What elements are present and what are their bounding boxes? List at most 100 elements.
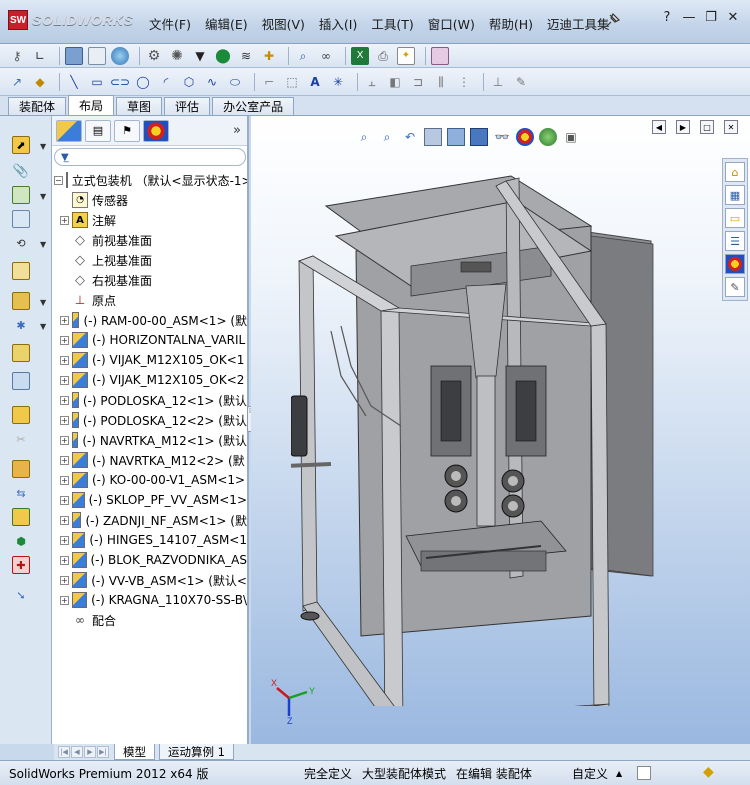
- print-icon[interactable]: ⎙: [374, 47, 392, 65]
- trim-icon[interactable]: ⫠: [363, 73, 381, 91]
- tab-evaluate[interactable]: 评估: [164, 97, 211, 115]
- display-style-icon[interactable]: [470, 128, 488, 146]
- hide-show-items-icon[interactable]: 👓: [493, 128, 511, 146]
- move-icon[interactable]: ✚: [260, 47, 278, 65]
- file-explorer-icon[interactable]: ▭: [725, 208, 745, 228]
- tree-item[interactable]: + (-) PODLOSKA_12<2> (默认: [52, 410, 247, 430]
- section-view-icon[interactable]: [424, 128, 442, 146]
- plane-sketch-icon[interactable]: ⬚: [283, 73, 301, 91]
- tree-item[interactable]: + (-) PODLOSKA_12<1> (默认: [52, 390, 247, 410]
- relations-icon[interactable]: ⊥: [489, 73, 507, 91]
- tree-item[interactable]: + (-) KO-00-00-V1_ASM<1>: [52, 470, 247, 490]
- circle-icon[interactable]: ◯: [134, 73, 152, 91]
- linear-pattern-icon[interactable]: [12, 186, 30, 204]
- new-document-icon[interactable]: ✦: [397, 46, 415, 65]
- tab-motion-study[interactable]: 运动算例 1: [159, 744, 234, 760]
- table-icon[interactable]: [431, 46, 449, 65]
- tab-office-products[interactable]: 办公室产品: [212, 97, 295, 115]
- feature-tree-tab-icon[interactable]: [56, 119, 82, 142]
- chevron-down-icon[interactable]: ▼: [40, 240, 46, 249]
- apply-scene-icon[interactable]: [539, 128, 557, 146]
- menu-insert[interactable]: 插入(I): [312, 12, 364, 35]
- view-orientation-icon[interactable]: [447, 128, 465, 146]
- next-tab-icon[interactable]: ▶: [84, 746, 96, 758]
- text-icon[interactable]: A: [306, 73, 324, 91]
- tree-item[interactable]: + (-) KRAGNA_110X70-SS-B\: [52, 590, 247, 610]
- menu-window[interactable]: 窗口(W): [421, 12, 482, 35]
- tree-filter-input[interactable]: ▼̲: [54, 148, 246, 166]
- location-icon[interactable]: ⬤: [214, 47, 232, 65]
- zoom-to-fit-icon[interactable]: ⌕: [355, 128, 373, 146]
- offset-icon[interactable]: ⊐: [409, 73, 427, 91]
- sheet-icon[interactable]: [88, 46, 106, 65]
- tree-item[interactable]: + (-) ZADNJI_NF_ASM<1> (默: [52, 510, 247, 530]
- tree-item[interactable]: ∞ 配合: [52, 610, 247, 630]
- speedpak-icon[interactable]: ➘: [12, 586, 30, 604]
- expand-icon[interactable]: +: [60, 455, 69, 465]
- menu-file[interactable]: 文件(F): [142, 12, 198, 35]
- new-motion-study-icon[interactable]: [12, 344, 30, 362]
- tree-item[interactable]: ◇ 右视基准面: [52, 270, 247, 290]
- mate-icon[interactable]: 📎: [12, 162, 30, 180]
- expand-icon[interactable]: +: [60, 595, 69, 605]
- excel-icon[interactable]: X: [351, 46, 369, 65]
- expand-icon[interactable]: +: [60, 575, 69, 585]
- expand-icon[interactable]: +: [60, 315, 69, 325]
- fillet-icon[interactable]: ⌐: [260, 73, 278, 91]
- large-assembly-icon[interactable]: ✚: [12, 556, 30, 574]
- chevron-down-icon[interactable]: ▼: [40, 322, 46, 331]
- mirror-icon[interactable]: ⫼: [432, 73, 450, 91]
- viewport-prev-icon[interactable]: ◀: [652, 120, 666, 134]
- menu-tools[interactable]: 工具(T): [364, 12, 420, 35]
- expand-icon[interactable]: +: [60, 475, 69, 485]
- prev-tab-icon[interactable]: ◀: [71, 746, 83, 758]
- tab-sketch[interactable]: 草图: [116, 97, 163, 115]
- minimize-button[interactable]: —: [678, 10, 700, 28]
- convert-icon[interactable]: ◧: [386, 73, 404, 91]
- graphics-viewport[interactable]: ⌕ ⌕ ↶ 👓 ▣ ◀ ▶ □ ✕ ⌂ ▦ ▭ ☰ ✎ Z Y X: [251, 116, 750, 744]
- chevron-down-icon[interactable]: ▼: [40, 142, 46, 151]
- property-manager-tab-icon[interactable]: ▤: [85, 119, 111, 142]
- viewport-maximize-icon[interactable]: □: [700, 120, 714, 134]
- edit-appearance-icon[interactable]: [516, 128, 534, 146]
- tab-model[interactable]: 模型: [114, 744, 155, 760]
- insert-component-icon[interactable]: ⬈: [12, 136, 30, 154]
- first-tab-icon[interactable]: |◀: [58, 746, 70, 758]
- assembly-features-icon[interactable]: [12, 292, 30, 310]
- expand-icon[interactable]: +: [60, 215, 69, 225]
- globe-icon[interactable]: [111, 46, 129, 65]
- smart-dimension-icon[interactable]: ◆: [31, 73, 49, 91]
- tree-item[interactable]: + A 注解: [52, 210, 247, 230]
- last-tab-icon[interactable]: ▶|: [97, 746, 109, 758]
- solidworks-logo[interactable]: SW SOLIDWORKS: [8, 10, 133, 30]
- reference-geometry-icon[interactable]: ✱: [12, 316, 30, 334]
- settings-icon[interactable]: ✺: [168, 47, 186, 65]
- tree-item[interactable]: + (-) VV-VB_ASM<1> (默认<: [52, 570, 247, 590]
- tree-item[interactable]: + (-) VIJAK_M12X105_OK<2: [52, 370, 247, 390]
- gear-icon[interactable]: ⚙: [145, 47, 163, 65]
- menu-edit[interactable]: 编辑(E): [198, 12, 255, 35]
- units-dropdown-icon[interactable]: ▲: [616, 769, 622, 778]
- pattern-icon[interactable]: ⋮: [455, 73, 473, 91]
- hole-alignment-icon[interactable]: [12, 508, 30, 526]
- tree-item[interactable]: + (-) NAVRTKA_M12<2> (默: [52, 450, 247, 470]
- interference-detection-icon[interactable]: [12, 460, 30, 478]
- polygon-icon[interactable]: ⬡: [180, 73, 198, 91]
- monitor-icon[interactable]: [65, 46, 83, 65]
- expand-icon[interactable]: +: [60, 495, 69, 505]
- move-component-icon[interactable]: ⟲: [12, 234, 30, 252]
- collapse-icon[interactable]: −: [54, 175, 63, 185]
- units-selector[interactable]: 自定义: [572, 765, 608, 782]
- viewport-next-icon[interactable]: ▶: [676, 120, 690, 134]
- rectangle-icon[interactable]: ▭: [88, 73, 106, 91]
- tree-item[interactable]: ◔ 传感器: [52, 190, 247, 210]
- chevron-down-icon[interactable]: ▼: [40, 298, 46, 307]
- tree-item[interactable]: ◇ 上视基准面: [52, 250, 247, 270]
- line-icon[interactable]: ╲: [65, 73, 83, 91]
- tree-item[interactable]: + (-) HORIZONTALNA_VARIL: [52, 330, 247, 350]
- view-settings-icon[interactable]: ▣: [562, 128, 580, 146]
- instant3d-icon[interactable]: ⬢: [12, 532, 30, 550]
- expand-icon[interactable]: +: [60, 435, 69, 445]
- appearances-icon[interactable]: [725, 254, 745, 274]
- menu-help[interactable]: 帮助(H): [482, 12, 540, 35]
